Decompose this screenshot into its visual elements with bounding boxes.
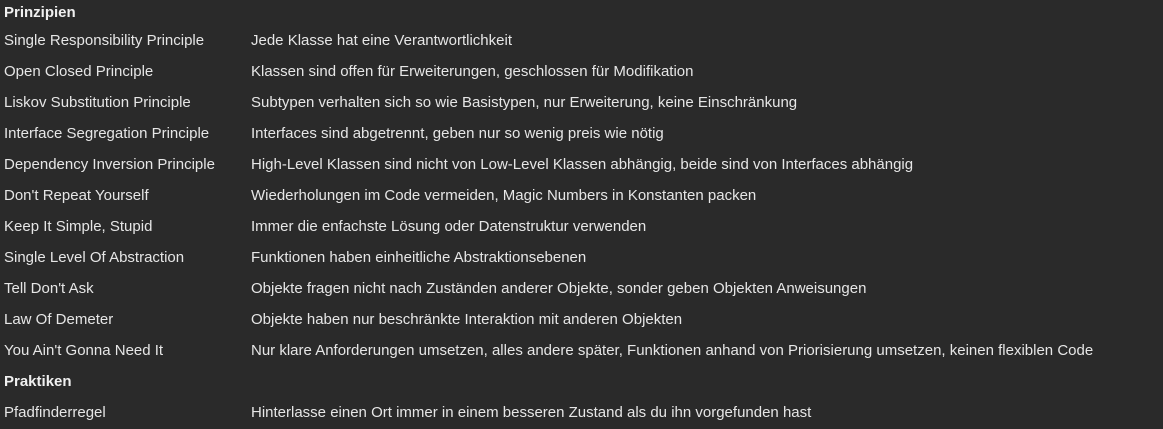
table-row: Tell Don't Ask Objekte fragen nicht nach… — [0, 273, 1163, 304]
principle-name: Open Closed Principle — [4, 63, 154, 80]
table-row: Single Responsibility Principle Jede Kla… — [0, 25, 1163, 56]
principle-name: Keep It Simple, Stupid — [4, 218, 153, 235]
table-row: Keep It Simple, Stupid Immer die enfachs… — [0, 211, 1163, 242]
table-row: Single Level Of Abstraction Funktionen h… — [0, 242, 1163, 273]
table-row: Dependency Inversion Principle High-Leve… — [0, 149, 1163, 180]
principle-name: Don't Repeat Yourself — [4, 187, 149, 204]
principle-description: Funktionen haben einheitliche Abstraktio… — [251, 249, 587, 266]
section-heading-row: Prinzipien — [0, 0, 1163, 25]
practice-description: Hinterlasse einen Ort immer in einem bes… — [251, 404, 812, 421]
principle-description: High-Level Klassen sind nicht von Low-Le… — [251, 156, 914, 173]
principle-description: Interfaces sind abgetrennt, geben nur so… — [251, 125, 664, 142]
principle-description: Jede Klasse hat eine Verantwortlichkeit — [251, 32, 512, 49]
principle-name: Law Of Demeter — [4, 311, 114, 328]
principle-name: You Ain't Gonna Need It — [4, 342, 164, 359]
principle-name: Single Level Of Abstraction — [4, 249, 185, 266]
table-row: Law Of Demeter Objekte haben nur beschrä… — [0, 304, 1163, 335]
principle-description: Objekte haben nur beschränkte Interaktio… — [251, 311, 683, 328]
principle-description: Klassen sind offen für Erweiterungen, ge… — [251, 63, 694, 80]
table-row: Interface Segregation Principle Interfac… — [0, 118, 1163, 149]
principle-description: Subtypen verhalten sich so wie Basistype… — [251, 94, 798, 111]
principle-name: Single Responsibility Principle — [4, 32, 205, 49]
section-heading-prinzipien: Prinzipien — [4, 4, 76, 21]
principle-name: Liskov Substitution Principle — [4, 94, 191, 111]
principle-description: Wiederholungen im Code vermeiden, Magic … — [251, 187, 757, 204]
principle-description: Objekte fragen nicht nach Zuständen ande… — [251, 280, 867, 297]
principles-table: Prinzipien Single Responsibility Princip… — [0, 0, 1163, 429]
table-row: Pfadfinderregel Hinterlasse einen Ort im… — [0, 397, 1163, 428]
table-row: Liskov Substitution Principle Subtypen v… — [0, 87, 1163, 118]
principle-description: Nur klare Anforderungen umsetzen, alles … — [251, 342, 1094, 359]
principle-name: Interface Segregation Principle — [4, 125, 210, 142]
table-row: Open Closed Principle Klassen sind offen… — [0, 56, 1163, 87]
table-row: Don't Repeat Yourself Wiederholungen im … — [0, 180, 1163, 211]
practice-name: Pfadfinderregel — [4, 404, 106, 421]
section-heading-praktiken: Praktiken — [4, 373, 72, 390]
principle-name: Dependency Inversion Principle — [4, 156, 215, 173]
table-row: You Ain't Gonna Need It Nur klare Anford… — [0, 335, 1163, 366]
principle-name: Tell Don't Ask — [4, 280, 94, 297]
section-heading-row: Praktiken — [0, 366, 1163, 397]
principle-description: Immer die enfachste Lösung oder Datenstr… — [251, 218, 647, 235]
